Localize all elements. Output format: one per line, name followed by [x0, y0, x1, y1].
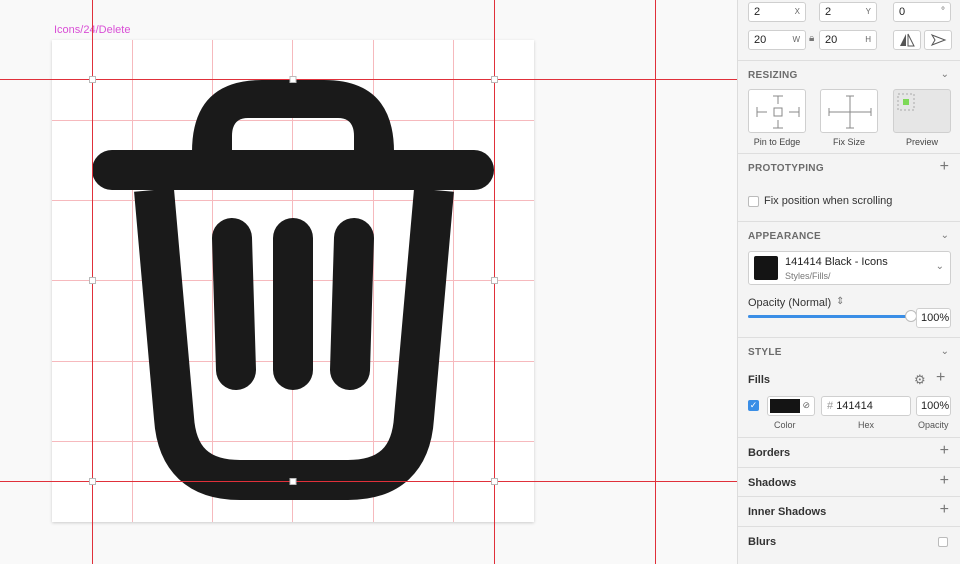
y-position-value: 2 [825, 6, 832, 18]
inner-shadows-section[interactable]: Inner Shadows + [738, 496, 960, 526]
style-name: 141414 Black - Icons [785, 256, 888, 268]
plus-icon[interactable]: + [940, 158, 949, 176]
x-position-value: 2 [754, 6, 761, 18]
hex-value: 141414 [836, 400, 873, 412]
x-position-field[interactable]: 2 X [748, 2, 806, 22]
width-label: W [792, 35, 800, 44]
opacity-slider-fill [748, 315, 910, 318]
fix-position-label: Fix position when scrolling [764, 195, 893, 207]
fix-size-label: Fix Size [832, 137, 865, 147]
flip-horizontal-button[interactable] [893, 30, 921, 50]
fill-hex-field[interactable]: # 141414 [821, 396, 911, 416]
add-inner-shadow-plus-icon[interactable]: + [940, 501, 949, 519]
opacity-field[interactable]: 100% [916, 308, 951, 328]
fill-opacity-field[interactable]: 100% [916, 396, 951, 416]
resize-preview-icon [897, 93, 915, 111]
borders-section[interactable]: Borders + [738, 437, 960, 467]
hex-label: Hex [858, 420, 875, 430]
appearance-title: APPEARANCE [748, 231, 822, 242]
fix-size-button[interactable] [820, 89, 878, 133]
trash-icon[interactable] [52, 40, 534, 522]
height-label: H [865, 35, 871, 44]
height-value: 20 [825, 34, 838, 46]
opacity-slider-track[interactable] [748, 310, 917, 322]
gear-icon[interactable]: ⚙ [914, 372, 926, 388]
fix-position-checkbox[interactable] [748, 196, 759, 207]
style-section-header[interactable]: STYLE ⌄ [738, 337, 960, 367]
link-icon[interactable]: ⊘ [802, 400, 810, 411]
inspector-panel: 2 X 2 Y 0 ° 20 W 🔒︎ 20 H RESIZING ⌄ Pin … [737, 0, 960, 564]
chevron-down-icon: ⌄ [940, 346, 949, 357]
hex-prefix: # [827, 400, 834, 412]
fill-color-well[interactable]: ⊘ [767, 396, 815, 416]
opacity-label: Opacity (Normal) [748, 297, 832, 309]
resizing-section-header[interactable]: RESIZING ⌄ [738, 60, 960, 90]
fix-size-icon [828, 95, 872, 129]
x-position-label: X [794, 7, 800, 16]
color-label: Color [774, 420, 796, 430]
blend-mode-stepper-icon[interactable]: ⇕ [836, 296, 844, 307]
shadows-section[interactable]: Shadows + [738, 467, 960, 497]
add-border-plus-icon[interactable]: + [940, 442, 949, 460]
add-shadow-plus-icon[interactable]: + [940, 472, 949, 490]
artboard-title[interactable]: Icons/24/Delete [54, 24, 130, 36]
canvas[interactable]: Icons/24/Delete [0, 0, 737, 564]
rotation-field[interactable]: 0 ° [893, 2, 951, 22]
lock-ratio-icon[interactable]: 🔒︎ [809, 33, 814, 44]
add-fill-plus-icon[interactable]: + [936, 369, 945, 387]
shadows-title: Shadows [748, 477, 797, 489]
blur-toggle-checkbox[interactable] [938, 537, 948, 547]
fill-color-swatch [770, 399, 800, 413]
height-field[interactable]: 20 H [819, 30, 877, 50]
resize-preview[interactable] [893, 89, 951, 133]
blurs-section[interactable]: Blurs [738, 526, 960, 556]
fills-title: Fills [748, 374, 771, 386]
style-path: Styles/Fills/ [785, 271, 831, 281]
prototyping-section-header[interactable]: PROTOTYPING + [738, 153, 960, 183]
flip-vertical-button[interactable] [924, 30, 952, 50]
y-position-field[interactable]: 2 Y [819, 2, 877, 22]
resizing-title: RESIZING [748, 70, 798, 81]
width-value: 20 [754, 34, 767, 46]
preview-label: Preview [905, 137, 938, 147]
width-field[interactable]: 20 W [748, 30, 806, 50]
borders-title: Borders [748, 447, 791, 459]
chevron-down-icon: ⌄ [940, 230, 949, 241]
opacity-col-label: Opacity [918, 420, 949, 430]
pin-to-edge-icon [756, 95, 800, 129]
y-position-label: Y [865, 7, 871, 16]
flip-vertical-icon [930, 34, 947, 46]
inner-shadows-title: Inner Shadows [748, 506, 827, 518]
rotation-label: ° [941, 6, 945, 17]
chevron-down-icon: ⌄ [940, 69, 949, 80]
pin-to-edge-button[interactable] [748, 89, 806, 133]
blurs-title: Blurs [748, 536, 777, 548]
style-title: STYLE [748, 347, 782, 358]
prototyping-title: PROTOTYPING [748, 163, 824, 174]
shared-style-selector[interactable]: 141414 Black - Icons Styles/Fills/ ⌄ [748, 251, 951, 285]
style-swatch [754, 256, 778, 280]
fill-enabled-checkbox[interactable]: ✓ [748, 400, 759, 411]
pin-to-edge-label: Pin to Edge [753, 137, 801, 147]
flip-horizontal-icon [900, 33, 915, 47]
rotation-value: 0 [899, 6, 906, 18]
appearance-section-header[interactable]: APPEARANCE ⌄ [738, 221, 960, 251]
chevron-down-icon: ⌄ [935, 261, 944, 272]
